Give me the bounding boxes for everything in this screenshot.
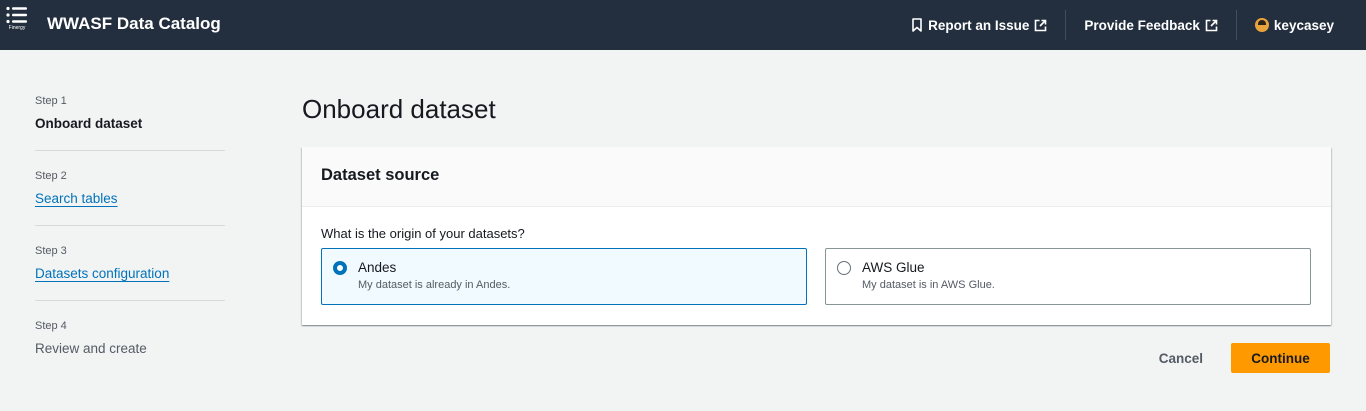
option-label: Andes xyxy=(358,260,397,275)
origin-question-label: What is the origin of your datasets? xyxy=(321,226,525,241)
panel-title: Dataset source xyxy=(321,166,440,184)
step-number: Step 4 xyxy=(35,320,67,332)
step-divider xyxy=(35,300,225,301)
step-divider xyxy=(35,225,225,226)
brand-caption: Finergy xyxy=(8,25,26,31)
radio-button-aws-glue[interactable] xyxy=(837,261,851,275)
step-link-datasets-configuration[interactable]: Datasets configuration xyxy=(35,266,225,282)
user-menu[interactable]: keycasey xyxy=(1237,10,1366,40)
provide-feedback-link[interactable]: Provide Feedback xyxy=(1066,10,1236,40)
step-title-review-and-create: Review and create xyxy=(35,341,147,356)
step-number: Step 1 xyxy=(35,95,67,107)
menu-icon xyxy=(6,6,27,24)
panel-header: Dataset source xyxy=(302,147,1331,207)
page-title: Onboard dataset xyxy=(302,94,496,124)
username: keycasey xyxy=(1273,17,1334,33)
form-actions: Cancel Continue xyxy=(1157,343,1330,373)
option-label: AWS Glue xyxy=(862,260,925,275)
menu-button[interactable]: Finergy xyxy=(4,6,30,44)
step-4: Step 4 Review and create xyxy=(35,319,225,357)
step-2: Step 2 Search tables xyxy=(35,169,225,207)
radio-button-andes[interactable] xyxy=(333,261,347,275)
report-issue-label: Report an Issue xyxy=(928,17,1030,33)
report-issue-link[interactable]: Report an Issue xyxy=(893,10,1065,40)
app-title[interactable]: WWASF Data Catalog xyxy=(47,14,221,34)
top-navigation: Finergy WWASF Data Catalog Report an Iss… xyxy=(0,0,1366,50)
step-number: Step 3 xyxy=(35,245,67,257)
continue-button[interactable]: Continue xyxy=(1231,343,1330,373)
step-divider xyxy=(35,150,225,151)
bookmark-flag-icon xyxy=(912,18,922,32)
option-description: My dataset is in AWS Glue. xyxy=(862,279,995,291)
external-link-icon xyxy=(1205,19,1218,31)
step-title-onboard-dataset: Onboard dataset xyxy=(35,116,143,131)
provide-feedback-label: Provide Feedback xyxy=(1084,17,1200,33)
external-link-icon xyxy=(1035,19,1047,31)
step-link-search-tables[interactable]: Search tables xyxy=(35,191,225,207)
option-description: My dataset is already in Andes. xyxy=(358,279,511,291)
option-tile-andes[interactable]: Andes My dataset is already in Andes. xyxy=(321,248,807,305)
step-1: Step 1 Onboard dataset xyxy=(35,94,225,132)
dataset-source-panel: Dataset source What is the origin of you… xyxy=(302,147,1331,325)
option-tile-aws-glue[interactable]: AWS Glue My dataset is in AWS Glue. xyxy=(825,248,1311,305)
avatar xyxy=(1254,18,1269,32)
cancel-button[interactable]: Cancel xyxy=(1157,351,1205,366)
step-number: Step 2 xyxy=(35,170,67,182)
wizard-steps: Step 1 Onboard dataset Step 2 Search tab… xyxy=(35,94,225,357)
nav-utilities: Report an Issue Provide Feedback keycase… xyxy=(893,0,1366,50)
step-3: Step 3 Datasets configuration xyxy=(35,244,225,282)
